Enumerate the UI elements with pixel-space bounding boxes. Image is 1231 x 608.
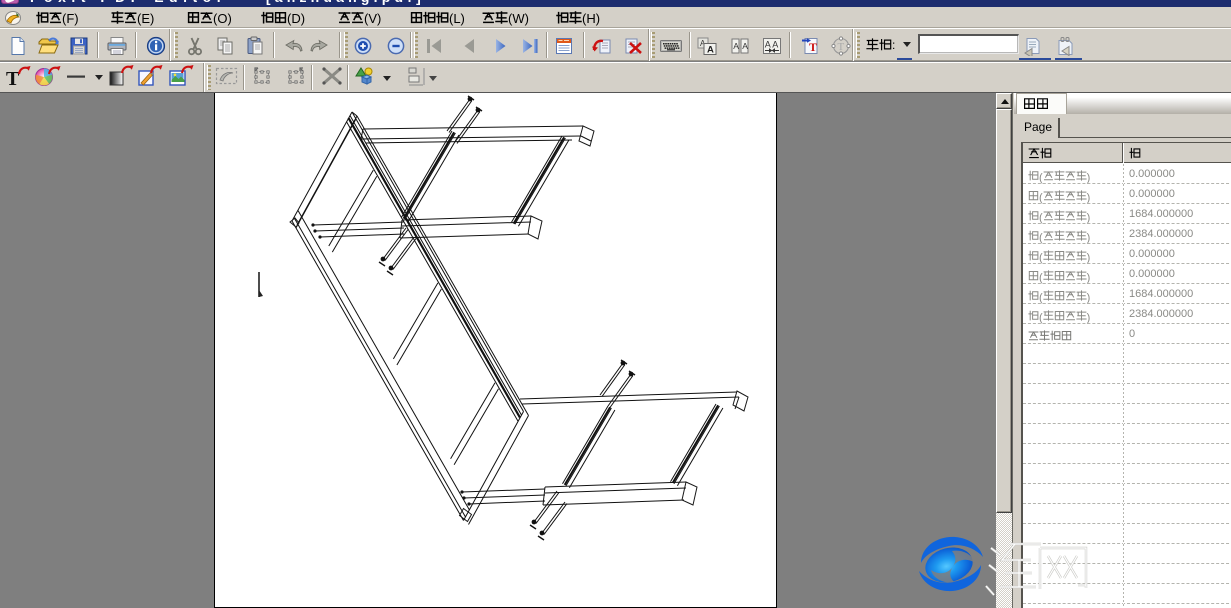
svg-text:A: A [765,40,771,50]
svg-text:A: A [707,45,714,56]
svg-text:A: A [733,41,739,51]
svg-text:A: A [742,41,748,51]
svg-text:A: A [772,40,778,50]
svg-text:T: T [6,68,20,88]
svg-text:T: T [838,41,845,53]
svg-text:T: T [809,40,817,54]
